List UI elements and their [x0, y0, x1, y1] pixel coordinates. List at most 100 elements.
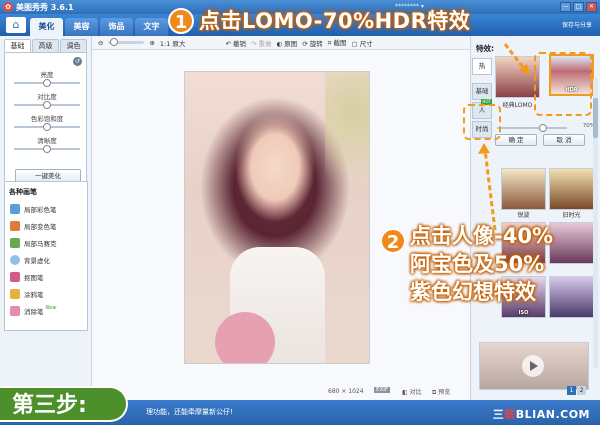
ad-page-2[interactable]: 2 — [577, 386, 586, 395]
brush-item[interactable]: 抠图笔 — [5, 268, 87, 285]
effects-title: 特效: — [476, 44, 494, 53]
image-dimensions: 680 × 1024 — [328, 388, 364, 395]
callout-line: 阿宝色及50% — [410, 252, 545, 276]
blur-background-icon — [10, 254, 20, 265]
brush-item[interactable]: 涂鸦笔 — [5, 285, 87, 302]
redo-label: 重做 — [258, 39, 272, 48]
original-button[interactable]: ◐ 原图 — [276, 38, 297, 48]
zoom-out-icon[interactable]: ⊖ — [98, 39, 103, 47]
preview-label: 预览 — [438, 389, 451, 396]
zoom-in-icon[interactable]: ⊕ — [149, 39, 154, 47]
slider-label: 清晰度 — [37, 137, 57, 145]
confirm-button[interactable]: 确 定 — [495, 134, 537, 146]
home-icon[interactable]: ⌂ — [6, 17, 26, 33]
brush-list-title: 各种画笔 — [9, 188, 37, 196]
close-button[interactable]: ✕ — [586, 2, 597, 12]
resize-label: 尺寸 — [359, 39, 373, 48]
brush-item[interactable]: 局部变色笔 — [5, 217, 87, 234]
status-bar: 680 × 1024 EXIF ◧ 对比 ⧉ 预览 — [92, 383, 470, 400]
site-watermark: 三联BLIAN.COM — [493, 406, 590, 422]
slider-handle[interactable] — [43, 145, 51, 153]
tab-beauty[interactable]: 美容 — [65, 18, 98, 36]
window-title: 美图秀秀 3.6.1 — [16, 3, 74, 12]
tab-basic[interactable]: 基础 — [472, 83, 492, 100]
brush-label: 消除笔 — [24, 307, 44, 316]
window-controls: — □ ✕ — [560, 2, 597, 12]
compare-button[interactable]: ◧ 对比 — [402, 387, 422, 396]
effect-thumb[interactable] — [549, 222, 594, 264]
slider-label: 色彩饱和度 — [30, 115, 64, 123]
crop-button[interactable]: ⌗ 截图 — [328, 37, 347, 48]
recolor-brush-icon — [10, 220, 20, 231]
tip-text[interactable]: 理功能，还能牵摩量新公仔! — [146, 407, 233, 417]
brush-label: 局部马赛克 — [24, 239, 57, 248]
minimize-button[interactable]: — — [560, 2, 571, 12]
tab-hot[interactable]: 热 — [472, 58, 492, 75]
preview-button[interactable]: ⧉ 预览 — [432, 387, 450, 397]
tab-text[interactable]: 文字 — [135, 18, 168, 36]
opacity-slider[interactable] — [497, 124, 567, 132]
sharpness-slider[interactable]: 清晰度 — [5, 135, 89, 153]
rotate-button[interactable]: ⟳ 旋转 — [302, 38, 323, 48]
reset-icon[interactable]: ↺ — [73, 57, 82, 66]
callout-line: 点击人像-40% — [410, 224, 553, 248]
effect-caption: 锐波 — [517, 212, 530, 219]
subtab-basic[interactable]: 基础 — [4, 39, 31, 52]
zoom-handle[interactable] — [110, 38, 119, 46]
step-badge: 第三步: — [0, 386, 128, 422]
brush-label: 抠图笔 — [24, 273, 44, 282]
redo-button[interactable]: ↷ 重做 — [251, 38, 272, 48]
play-icon[interactable] — [522, 355, 544, 377]
rotate-label: 旋转 — [309, 39, 323, 48]
brightness-slider[interactable]: 亮度 — [5, 69, 89, 87]
ad-pagination: 1 2 — [567, 386, 586, 395]
ad-page-1[interactable]: 1 — [567, 386, 576, 395]
subtab-advanced[interactable]: 高级 — [32, 39, 59, 52]
zoom-slider[interactable] — [108, 38, 145, 46]
brush-item[interactable]: 局部彩色笔 — [5, 200, 87, 217]
brush-item[interactable]: 背景虚化 — [5, 251, 87, 268]
doodle-brush-icon — [10, 288, 20, 299]
edited-photo — [184, 71, 370, 364]
video-ad[interactable] — [479, 342, 589, 390]
effect-opacity[interactable]: 70% — [493, 123, 597, 133]
tab-accessories[interactable]: 饰品 — [100, 18, 133, 36]
effects-scrollbar[interactable] — [593, 78, 598, 368]
photo-skirt — [215, 312, 275, 363]
maximize-button[interactable]: □ — [573, 2, 584, 12]
save-share-button[interactable]: 保存与分享 — [562, 20, 592, 29]
slider-handle[interactable] — [43, 123, 51, 131]
original-label: 原图 — [284, 39, 298, 48]
slider-handle[interactable] — [43, 101, 51, 109]
app-logo-icon: ✿ — [3, 2, 13, 12]
color-brush-icon — [10, 203, 20, 214]
brush-label: 局部彩色笔 — [24, 205, 57, 214]
scrollbar-thumb[interactable] — [593, 98, 598, 138]
slider-handle[interactable] — [43, 79, 51, 87]
effect-thumb[interactable] — [549, 276, 594, 318]
effect-thumb-wave[interactable] — [501, 168, 546, 210]
effect-thumb-old-time[interactable] — [549, 168, 594, 210]
watermark-part: 三 — [492, 408, 505, 421]
opacity-handle[interactable] — [539, 124, 547, 132]
effect-caption: 旧时光 — [562, 212, 581, 219]
brush-label: 背景虚化 — [24, 256, 50, 265]
callout-line: 紫色幻想特效 — [410, 280, 536, 304]
watermark-part: BLIAN.COM — [515, 408, 590, 421]
brush-item[interactable]: 局部马赛克 — [5, 234, 87, 251]
step-number-1: 1 — [168, 8, 194, 34]
brush-item[interactable]: 消除笔 New — [5, 302, 87, 319]
actual-size-button[interactable]: 1:1 原大 — [160, 38, 186, 48]
cancel-button[interactable]: 取 消 — [543, 134, 585, 146]
tab-beautify[interactable]: 美化 — [30, 18, 63, 36]
photo-foliage — [325, 72, 369, 212]
exif-button[interactable]: EXIF — [374, 387, 391, 393]
saturation-slider[interactable]: 色彩饱和度 — [5, 113, 89, 131]
subtab-color[interactable]: 调色 — [60, 39, 87, 52]
resize-button[interactable]: ▢ 尺寸 — [351, 38, 372, 48]
highlight-hdr-effect — [534, 52, 592, 116]
adjustment-box: ↺ 亮度 对比度 色彩饱和度 清晰度 一键美化 — [4, 52, 87, 184]
brush-label: 涂鸦笔 — [24, 290, 44, 299]
undo-button[interactable]: ↶ 撤销 — [225, 38, 246, 48]
contrast-slider[interactable]: 对比度 — [5, 91, 89, 109]
